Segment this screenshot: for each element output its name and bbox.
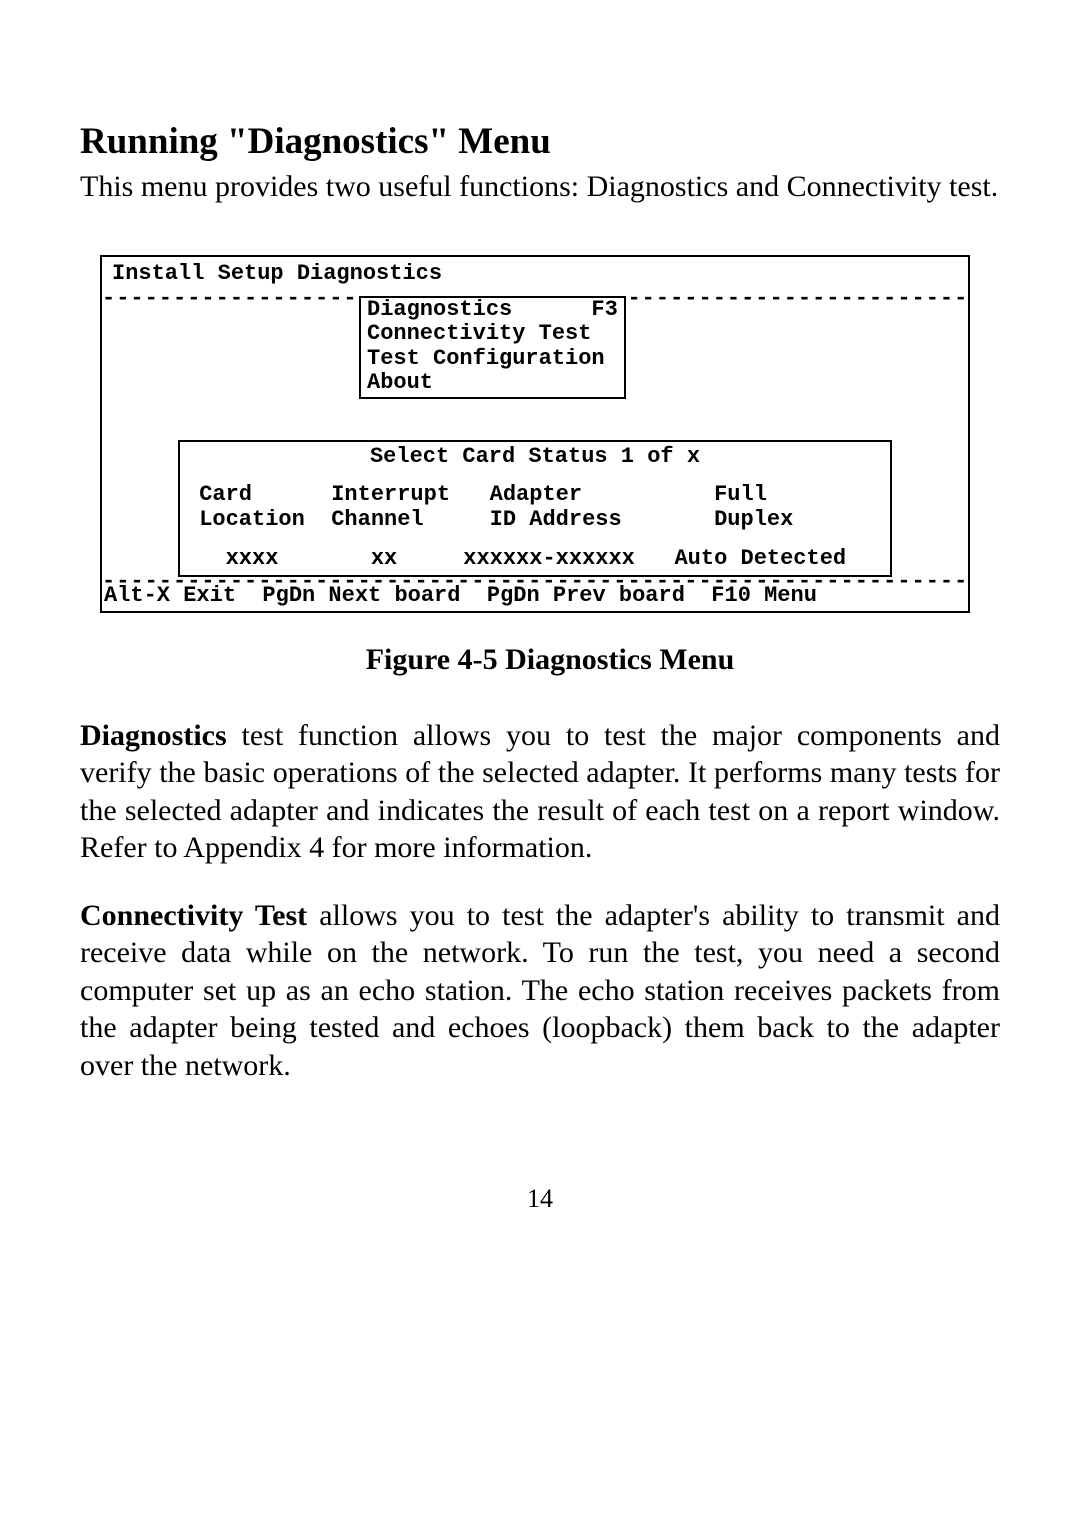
menu-item-connectivity-test[interactable]: Connectivity Test (367, 322, 618, 346)
page-number: 14 (80, 1184, 1000, 1214)
menu-item-diagnostics[interactable]: Diagnostics F3 (367, 298, 618, 322)
connectivity-lead: Connectivity Test (80, 899, 307, 932)
card-status-header-line1: Card Interrupt Adapter Full (180, 482, 890, 507)
card-status-title: Select Card Status 1 of x (180, 442, 890, 481)
connectivity-paragraph: Connectivity Test allows you to test the… (80, 897, 1000, 1085)
menu-item-test-configuration[interactable]: Test Configuration (367, 347, 618, 371)
intro-paragraph: This menu provides two useful functions:… (80, 169, 1000, 205)
menu-item-about[interactable]: About (367, 371, 618, 395)
diagnostics-dropdown: Diagnostics F3 Connectivity Test Test Co… (359, 296, 626, 399)
menubar-row: Install Setup Diagnostics (102, 261, 968, 286)
card-status-header-line2: Location Channel ID Address Duplex (180, 507, 890, 532)
figure-block: Install Setup Diagnostics --------------… (100, 255, 1000, 677)
section-heading: Running "Diagnostics" Menu (80, 120, 1000, 163)
figure-caption: Figure 4-5 Diagnostics Menu (100, 643, 1000, 677)
text-ui-screenshot: Install Setup Diagnostics --------------… (100, 255, 970, 613)
card-status-panel: Select Card Status 1 of x Card Interrupt… (178, 440, 892, 577)
diagnostics-lead: Diagnostics (80, 719, 227, 752)
diagnostics-paragraph: Diagnostics test function allows you to … (80, 717, 1000, 867)
